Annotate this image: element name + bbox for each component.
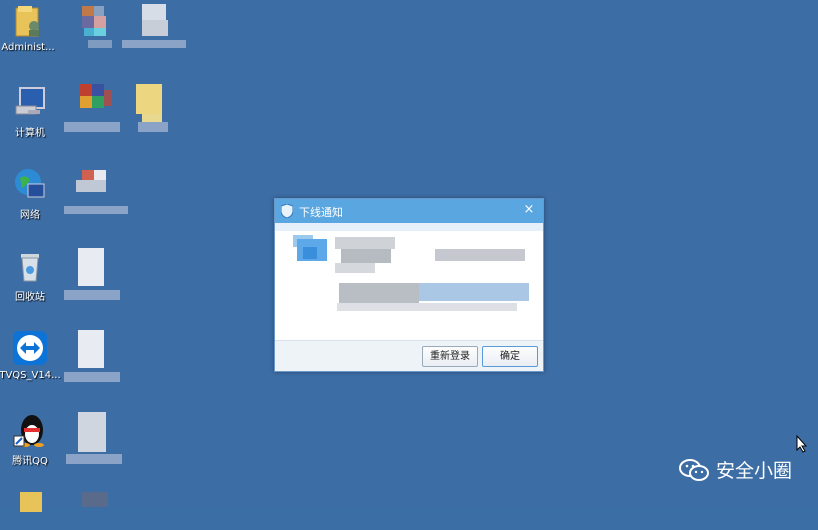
- desktop-icon-folder-partial[interactable]: [0, 490, 62, 526]
- relogin-button[interactable]: 重新登录: [422, 346, 478, 367]
- folder-icon: [12, 490, 48, 526]
- dialog-title: 下线通知: [299, 206, 343, 219]
- desktop-icon-teamviewer[interactable]: TVQS_V14...: [0, 330, 62, 381]
- desktop-icon-label: Administ...: [1, 42, 55, 53]
- desktop-icon-network[interactable]: 网络: [0, 166, 62, 221]
- wechat-icon: [678, 458, 710, 482]
- desktop: Administ... 计算机 网络 回收站 TVQS_V14... 腾讯QQ …: [0, 0, 818, 512]
- desktop-icon-label: 计算机: [15, 128, 45, 139]
- desktop-icon-label: 网络: [20, 210, 40, 221]
- desktop-icon-recycle-bin[interactable]: 回收站: [0, 248, 62, 303]
- desktop-icon-administrator[interactable]: Administ...: [0, 2, 60, 53]
- ok-button[interactable]: 确定: [482, 346, 538, 367]
- wechat-watermark: 安全小圈: [678, 456, 792, 483]
- user-folder-icon: [10, 2, 46, 38]
- offline-notice-dialog: 下线通知 × 重新登录 确定: [274, 198, 544, 372]
- desktop-icon-qq[interactable]: 腾讯QQ: [0, 412, 62, 467]
- teamviewer-icon: [12, 330, 48, 366]
- desktop-icon-computer[interactable]: 计算机: [0, 84, 62, 139]
- recycle-bin-icon: [12, 248, 48, 284]
- shield-icon: [280, 203, 294, 219]
- network-globe-icon: [12, 166, 48, 202]
- dialog-footer: 重新登录 确定: [275, 340, 543, 371]
- desktop-icon-label: TVQS_V14...: [0, 370, 61, 381]
- watermark-text: 安全小圈: [715, 460, 792, 482]
- dialog-message-pixelated: [275, 223, 543, 311]
- pixelated-icons: [64, 4, 186, 507]
- desktop-icon-label: 回收站: [15, 292, 45, 303]
- mouse-cursor-icon: [796, 434, 808, 453]
- desktop-icon-label: 腾讯QQ: [12, 456, 48, 467]
- close-icon[interactable]: ×: [521, 202, 537, 218]
- qq-penguin-icon: [12, 412, 48, 448]
- dialog-titlebar[interactable]: 下线通知 ×: [275, 199, 543, 223]
- computer-icon: [12, 84, 48, 120]
